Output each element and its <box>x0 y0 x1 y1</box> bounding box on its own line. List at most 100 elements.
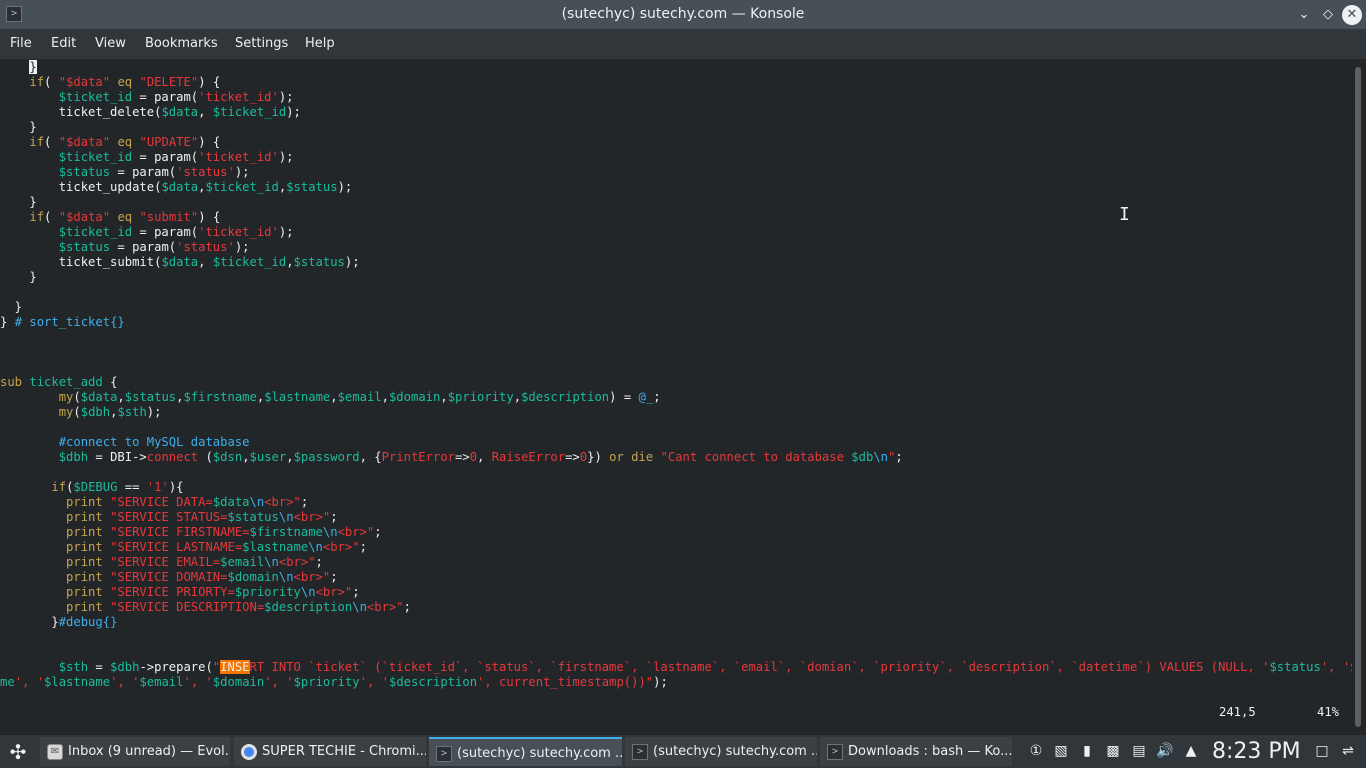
task-evolution[interactable]: ✉ Inbox (9 unread) — Evol... <box>40 737 230 766</box>
terminal-view[interactable]: } if( "$data" eq "DELETE") { $ticket_id … <box>0 59 1352 735</box>
code-token: } <box>29 60 37 74</box>
code-line: }#debug{} <box>0 615 117 630</box>
menu-settings[interactable]: Settings <box>235 29 288 59</box>
code-token: print <box>66 600 103 614</box>
code-token: print <box>66 510 103 524</box>
code-token: RT INTO `ticket` (`ticket_id`, `status`,… <box>249 660 1270 674</box>
close-button[interactable]: ✕ <box>1342 5 1362 25</box>
code-token: print <box>66 585 103 599</box>
code-token: $data <box>80 390 118 404</box>
code-token: $description <box>264 600 353 614</box>
volume-icon[interactable]: 🔊 <box>1156 742 1174 760</box>
battery-icon[interactable]: ▮ <box>1078 742 1096 760</box>
task-konsole[interactable]: > (sutechyc) sutechy.com ... <box>625 737 817 766</box>
notifications-icon[interactable]: ① <box>1027 742 1045 760</box>
ibeam-cursor-icon: I <box>1119 204 1130 225</box>
show-hidden-icons-icon[interactable]: ▲ <box>1182 742 1200 760</box>
code-token: , <box>242 450 250 464</box>
scroll-percent: 41% <box>1317 705 1340 719</box>
maximize-button[interactable]: ◇ <box>1318 5 1338 25</box>
display-icon[interactable]: ▧ <box>1052 742 1070 760</box>
code-token: } <box>0 615 59 629</box>
code-token: $sth <box>58 660 89 674</box>
code-token: { <box>102 375 118 389</box>
task-chromium[interactable]: SUPER TECHIE - Chromi... <box>234 737 426 766</box>
code-token: $sth <box>117 405 147 419</box>
code-token: "UPDATE" <box>139 135 199 149</box>
menu-file[interactable]: File <box>10 29 32 59</box>
code-token: ); <box>278 150 294 164</box>
task-label: (sutechyc) sutechy.com ... <box>457 746 622 761</box>
code-line: $ticket_id = param('ticket_id'); <box>0 225 294 240</box>
minimize-button[interactable]: ⌄ <box>1294 5 1314 25</box>
code-line: print "SERVICE PRIORTY=$priority\n<br>"; <box>0 585 360 600</box>
code-token: $data <box>161 105 199 119</box>
code-token: ; <box>330 510 338 524</box>
code-token: <br>" <box>315 585 353 599</box>
code-token: $ticket_id <box>58 150 133 164</box>
code-token: my <box>58 405 74 419</box>
show-desktop-icon[interactable]: □ <box>1313 742 1331 760</box>
panel-settings-icon[interactable]: ⇌ <box>1339 742 1357 760</box>
code-line: print "SERVICE DESCRIPTION=$description\… <box>0 600 411 615</box>
code-token: "$data" <box>58 210 111 224</box>
application-launcher-icon[interactable]: ✣ <box>5 739 31 765</box>
code-line: } <box>0 270 36 285</box>
cursor-position: 241,5 <box>1219 705 1256 719</box>
code-token: $ticket_id <box>58 90 133 104</box>
code-token: ) = <box>609 390 639 404</box>
task-konsole-active[interactable]: > (sutechyc) sutechy.com ... <box>429 737 622 766</box>
code-token: , <box>513 390 522 404</box>
code-token: my <box>58 390 74 404</box>
clipboard-icon[interactable]: ▤ <box>1130 742 1148 760</box>
code-token: "SERVICE DATA= <box>110 495 213 509</box>
code-token: $password <box>293 450 360 464</box>
code-token: ->prepare( <box>139 660 213 674</box>
code-token: 'ticket_id' <box>198 150 279 164</box>
code-token: ; <box>895 450 903 464</box>
code-token: $user <box>249 450 287 464</box>
code-token: <br>" <box>264 495 301 509</box>
code-token: \n <box>873 450 888 464</box>
code-token: ( <box>44 135 59 149</box>
code-token: <br>" <box>322 540 360 554</box>
code-token: , <box>381 390 389 404</box>
task-downloads-bash[interactable]: > Downloads : bash — Ko... <box>820 737 1012 766</box>
code-token: ){ <box>168 480 184 494</box>
code-token: ); <box>286 105 301 119</box>
removable-devices-icon[interactable]: ▩ <box>1104 742 1122 760</box>
code-line: $dbh = DBI->connect ($dsn,$user,$passwor… <box>0 450 903 465</box>
code-line: my($data,$status,$firstname,$lastname,$e… <box>0 390 661 405</box>
code-token: $email <box>139 675 184 689</box>
code-token: ; <box>330 570 338 584</box>
menu-edit[interactable]: Edit <box>51 29 76 59</box>
menu-bar: File Edit View Bookmarks Settings Help <box>0 29 1366 59</box>
code-token: sub <box>0 375 23 389</box>
code-token: $description <box>521 390 610 404</box>
code-token: me <box>0 675 15 689</box>
terminal-scrollbar[interactable] <box>1352 59 1366 735</box>
menu-bookmarks[interactable]: Bookmarks <box>145 29 218 59</box>
code-token: 'status' <box>176 240 235 254</box>
scrollbar-thumb[interactable] <box>1355 67 1361 727</box>
code-line: if( "$data" eq "UPDATE") { <box>0 135 220 150</box>
task-label: Inbox (9 unread) — Evol... <box>68 744 230 759</box>
menu-help[interactable]: Help <box>305 29 335 59</box>
code-token: $priority <box>447 390 514 404</box>
clock[interactable]: 8:23 PM <box>1212 735 1301 768</box>
code-token: "SERVICE LASTNAME= <box>110 540 243 554</box>
menu-view[interactable]: View <box>95 29 126 59</box>
code-token: $status <box>286 180 338 194</box>
